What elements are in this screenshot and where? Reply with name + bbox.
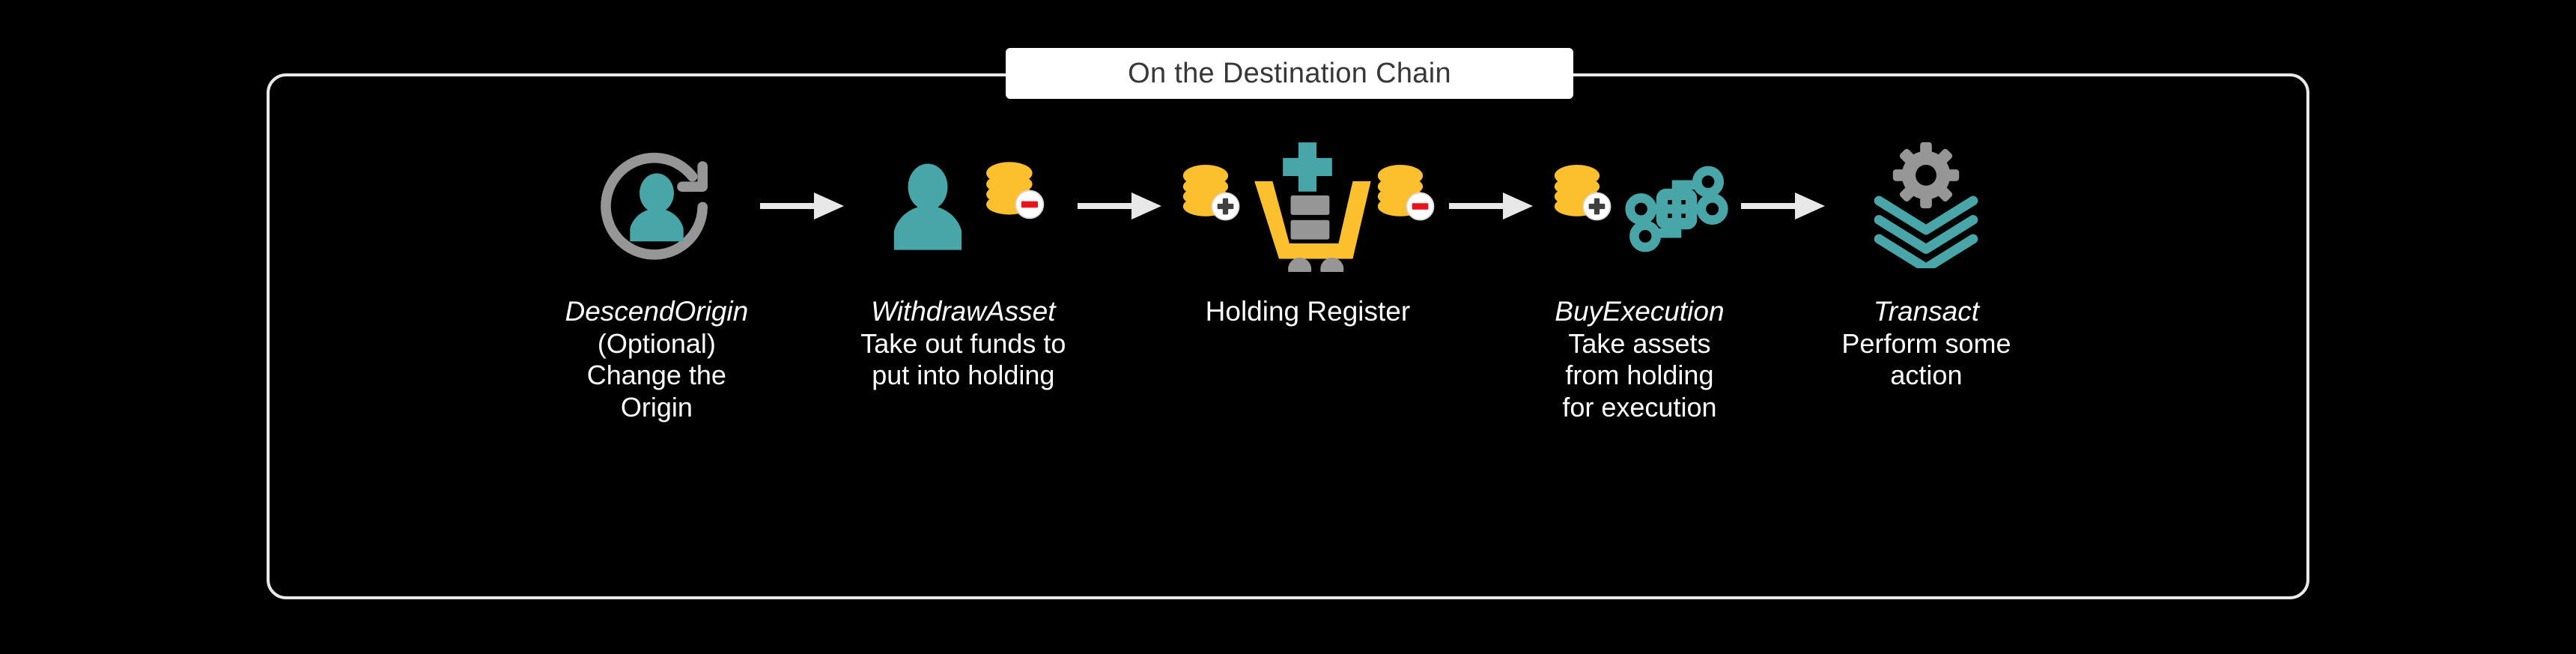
stage-art [1855, 135, 1997, 277]
stage-labels: DescendOrigin (Optional) Change the Orig… [565, 295, 749, 423]
stage-desc-line: from holding [1565, 360, 1714, 391]
stage-desc-line: Change the [586, 360, 726, 391]
stage-name: BuyExecution [1555, 296, 1725, 327]
arrow-3 [1437, 135, 1549, 277]
arrow-1 [748, 135, 860, 277]
stage-desc-line: Take assets [1568, 327, 1711, 359]
stage-desc-line: (Optional) [597, 327, 716, 359]
stage-art [1178, 135, 1437, 281]
stage-desc-line: put into holding [872, 360, 1055, 391]
stage-labels: Holding Register [1206, 295, 1411, 328]
stage-desc-line: for execution [1562, 391, 1717, 423]
coin-stack-minus-icon [1373, 156, 1437, 226]
stage-desc-line: Origin [620, 391, 693, 423]
person-icon [879, 152, 976, 261]
stage-desc-line: Perform some [1841, 327, 2011, 359]
stage-art [1549, 135, 1729, 277]
stage-labels: WithdrawAsset Take out funds to put into… [860, 295, 1066, 392]
arrow-2 [1066, 135, 1178, 277]
stage-buy-execution[interactable]: BuyExecution Take assets from holding fo… [1549, 135, 1729, 423]
stage-name: Transact [1873, 296, 1980, 327]
diagram-title-banner: On the Destination Chain [1006, 48, 1573, 99]
stage-desc-line: Take out funds to [860, 327, 1066, 359]
gear-layers-icon [1855, 141, 1997, 273]
network-nodes-icon [1624, 157, 1729, 265]
stage-art [879, 135, 1047, 277]
diagram-canvas: On the Destination Chain DescendOrigin (… [0, 0, 2576, 654]
diagram-title: On the Destination Chain [1128, 57, 1451, 89]
stage-descend-origin[interactable]: DescendOrigin (Optional) Change the Orig… [565, 135, 749, 423]
stage-art [593, 135, 720, 277]
stage-labels: Transact Perform some action [1841, 295, 2011, 392]
stage-labels: BuyExecution Take assets from holding fo… [1555, 295, 1724, 423]
stage-row: DescendOrigin (Optional) Change the Orig… [267, 135, 2309, 554]
stage-transact[interactable]: Transact Perform some action [1841, 135, 2011, 392]
stage-name: WithdrawAsset [871, 296, 1056, 327]
stage-name: DescendOrigin [565, 296, 749, 327]
stage-holding-register[interactable]: Holding Register [1178, 135, 1437, 328]
coin-stack-plus-icon [1549, 156, 1614, 226]
coin-stack-plus-icon [1178, 156, 1242, 226]
stage-desc-line: action [1890, 360, 1963, 391]
coin-stack-minus-icon [981, 153, 1047, 225]
person-rotate-icon [593, 141, 720, 272]
arrow-4 [1729, 135, 1841, 277]
shopping-cart-icon [1236, 137, 1379, 281]
stage-name: Holding Register [1205, 296, 1411, 327]
stage-withdraw-asset[interactable]: WithdrawAsset Take out funds to put into… [860, 135, 1066, 392]
